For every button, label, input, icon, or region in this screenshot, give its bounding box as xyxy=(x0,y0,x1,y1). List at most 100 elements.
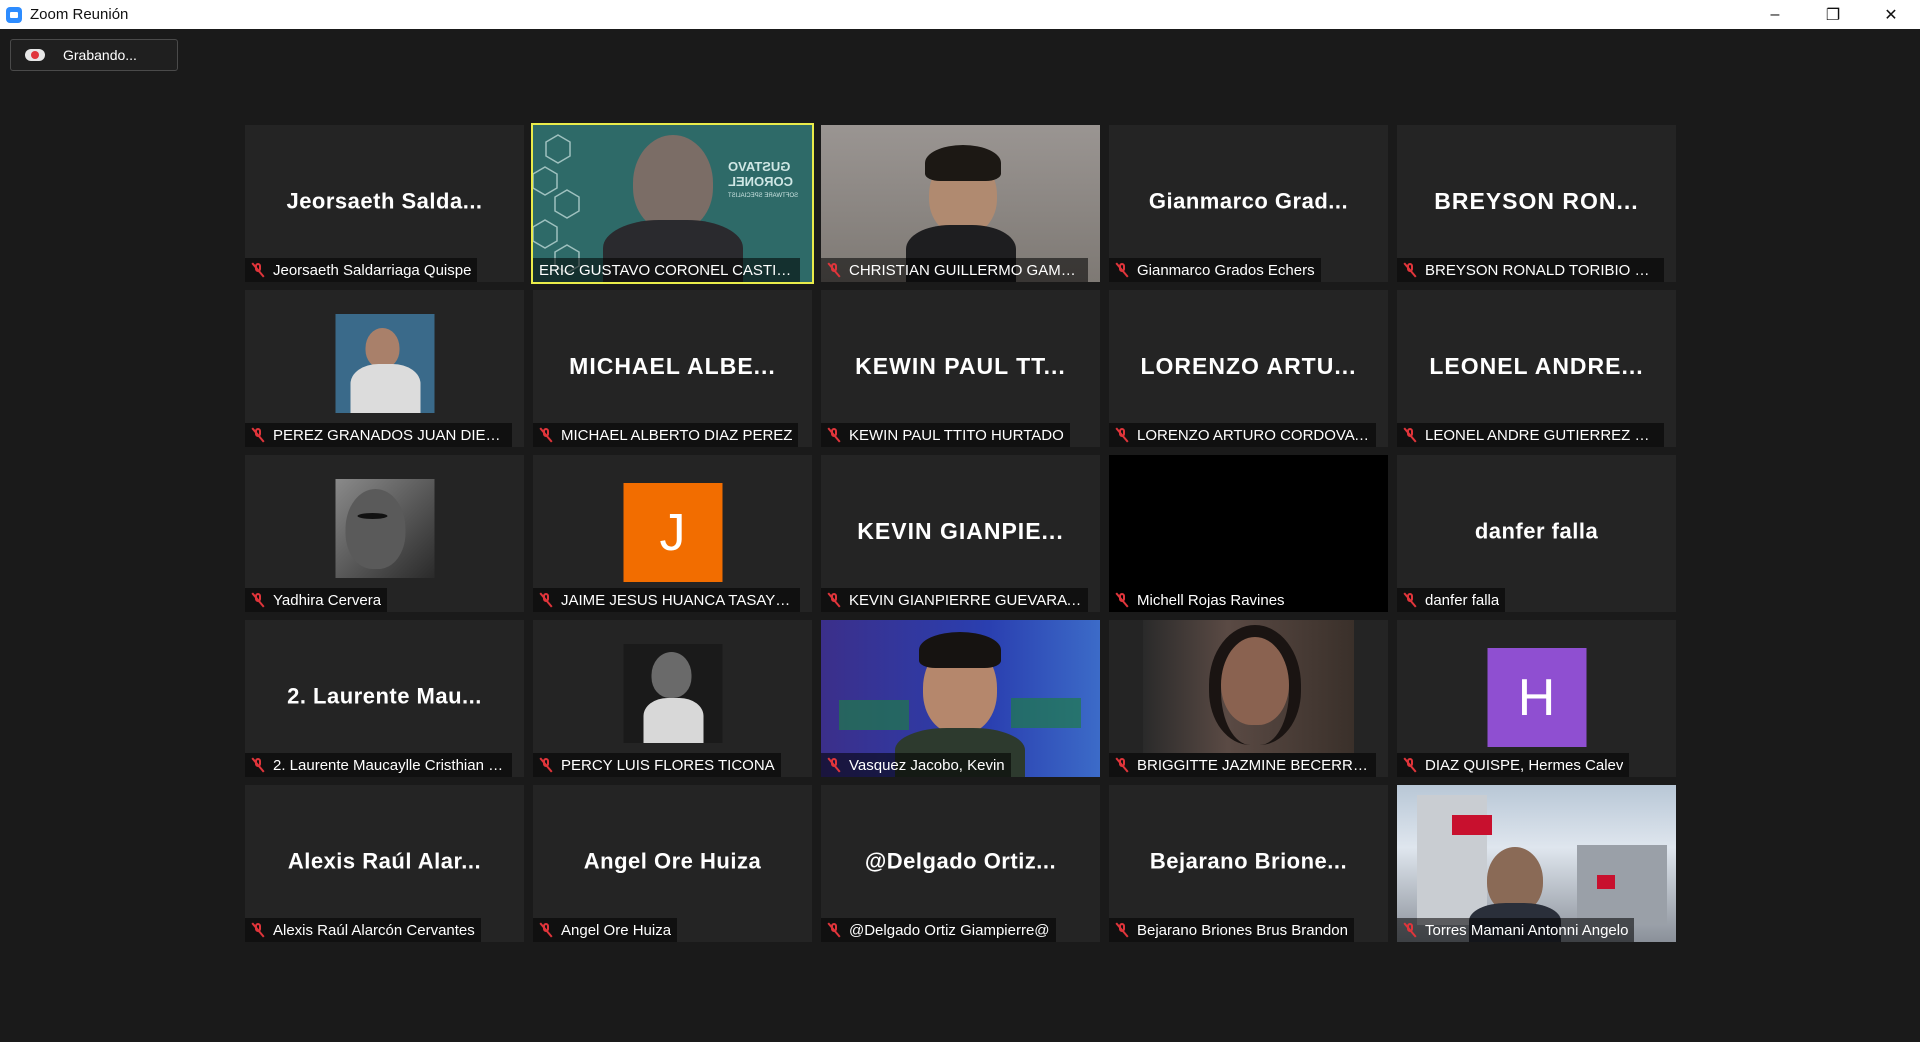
participant-tile[interactable]: Jeorsaeth Salda... Jeorsaeth Saldarriaga… xyxy=(245,125,524,282)
muted-mic-icon xyxy=(827,592,841,608)
participant-name-bar: Torres Mamani Antonni Angelo xyxy=(1397,918,1635,942)
participant-tile[interactable]: J JAIME JESUS HUANCA TASAYCO xyxy=(533,455,812,612)
participant-tile[interactable]: Bejarano Brione... Bejarano Briones Brus… xyxy=(1109,785,1388,942)
participant-name-bar: 2. Laurente Maucaylle Cristhian Fa... xyxy=(245,753,512,777)
participant-name: Bejarano Briones Brus Brandon xyxy=(1137,921,1348,939)
participant-tile[interactable]: LORENZO ARTU... LORENZO ARTURO CORDOVA P… xyxy=(1109,290,1388,447)
participant-name: BREYSON RONALD TORIBIO SURI... xyxy=(1425,261,1658,279)
participant-name: Michell Rojas Ravines xyxy=(1137,591,1285,609)
muted-mic-icon xyxy=(539,757,553,773)
zoom-app-icon xyxy=(6,6,22,23)
participant-tile[interactable]: BREYSON RON... BREYSON RONALD TORIBIO SU… xyxy=(1397,125,1676,282)
participant-tile[interactable]: @Delgado Ortiz... @Delgado Ortiz Giampie… xyxy=(821,785,1100,942)
participant-tile[interactable]: Gianmarco Grad... Gianmarco Grados Echer… xyxy=(1109,125,1388,282)
participant-tile[interactable]: KEVIN GIANPIE... KEVIN GIANPIERRE GUEVAR… xyxy=(821,455,1100,612)
participant-display-name: Alexis Raúl Alar... xyxy=(287,847,482,873)
participant-display-name: BREYSON RON... xyxy=(1434,187,1639,214)
participant-name: Jeorsaeth Saldarriaga Quispe xyxy=(273,261,472,279)
participant-name: KEWIN PAUL TTITO HURTADO xyxy=(849,426,1064,444)
participant-display-name: LORENZO ARTU... xyxy=(1140,352,1357,379)
muted-mic-icon xyxy=(1115,262,1129,278)
participant-tile[interactable]: KEWIN PAUL TT... KEWIN PAUL TTITO HURTAD… xyxy=(821,290,1100,447)
participant-name-bar: ERIC GUSTAVO CORONEL CASTILLO xyxy=(533,258,800,282)
participant-tile[interactable]: MICHAEL ALBE... MICHAEL ALBERTO DIAZ PER… xyxy=(533,290,812,447)
minimize-button[interactable]: – xyxy=(1746,0,1804,29)
participant-name-bar: Bejarano Briones Brus Brandon xyxy=(1109,918,1354,942)
overlay-text: SOFTWARE SPECIALIST xyxy=(727,193,798,199)
participant-name: MICHAEL ALBERTO DIAZ PEREZ xyxy=(561,426,793,444)
window-controls: – ❐ ✕ xyxy=(1746,0,1920,29)
muted-mic-icon xyxy=(827,757,841,773)
participant-display-name: Bejarano Brione... xyxy=(1149,847,1348,873)
participant-name-bar: CHRISTIAN GUILLERMO GAMBOA... xyxy=(821,258,1088,282)
participant-name: CHRISTIAN GUILLERMO GAMBOA... xyxy=(849,261,1082,279)
participant-display-name: danfer falla xyxy=(1474,517,1599,543)
participant-name: ERIC GUSTAVO CORONEL CASTILLO xyxy=(539,261,794,279)
participant-name-bar: @Delgado Ortiz Giampierre@ xyxy=(821,918,1056,942)
overlay-text: GUSTAVO xyxy=(727,159,791,174)
muted-mic-icon xyxy=(1115,757,1129,773)
avatar: J xyxy=(623,483,722,582)
muted-mic-icon xyxy=(251,757,265,773)
recording-indicator[interactable]: Grabando... xyxy=(10,39,178,71)
title-bar: Zoom Reunión – ❐ ✕ xyxy=(0,0,1920,29)
muted-mic-icon xyxy=(1115,427,1129,443)
participant-tile[interactable]: Torres Mamani Antonni Angelo xyxy=(1397,785,1676,942)
participant-tile[interactable]: Angel Ore Huiza Angel Ore Huiza xyxy=(533,785,812,942)
muted-mic-icon xyxy=(539,427,553,443)
participant-name-bar: Jeorsaeth Saldarriaga Quispe xyxy=(245,258,478,282)
muted-mic-icon xyxy=(251,592,265,608)
participant-tile[interactable]: GUSTAVO CORONEL SOFTWARE SPECIALIST ERIC… xyxy=(531,123,814,284)
participant-tile[interactable]: 2. Laurente Mau... 2. Laurente Maucaylle… xyxy=(245,620,524,777)
close-button[interactable]: ✕ xyxy=(1862,0,1920,29)
muted-mic-icon xyxy=(539,592,553,608)
participant-name-bar: KEVIN GIANPIERRE GUEVARA LOV... xyxy=(821,588,1088,612)
participant-name: LEONEL ANDRE GUTIERREZ ORD... xyxy=(1425,426,1658,444)
profile-photo xyxy=(623,644,722,743)
participant-tile[interactable]: H DIAZ QUISPE, Hermes Calev xyxy=(1397,620,1676,777)
muted-mic-icon xyxy=(1403,427,1417,443)
participant-tile[interactable]: LEONEL ANDRE... LEONEL ANDRE GUTIERREZ O… xyxy=(1397,290,1676,447)
participant-tile[interactable]: CHRISTIAN GUILLERMO GAMBOA... xyxy=(821,125,1100,282)
participant-name-bar: Angel Ore Huiza xyxy=(533,918,678,942)
participant-name-bar: Alexis Raúl Alarcón Cervantes xyxy=(245,918,481,942)
cloud-record-icon xyxy=(23,47,47,63)
participant-name: Torres Mamani Antonni Angelo xyxy=(1425,921,1629,939)
participant-tile[interactable]: danfer falla danfer falla xyxy=(1397,455,1676,612)
participant-name: KEVIN GIANPIERRE GUEVARA LOV... xyxy=(849,591,1082,609)
participant-name: Yadhira Cervera xyxy=(273,591,382,609)
participant-tile[interactable]: Vasquez Jacobo, Kevin xyxy=(821,620,1100,777)
participant-tile[interactable]: PERCY LUIS FLORES TICONA xyxy=(533,620,812,777)
participant-name: @Delgado Ortiz Giampierre@ xyxy=(849,921,1050,939)
muted-mic-icon xyxy=(1403,262,1417,278)
participant-tile[interactable]: Michell Rojas Ravines xyxy=(1109,455,1388,612)
participant-name-bar: BREYSON RONALD TORIBIO SURI... xyxy=(1397,258,1664,282)
participant-name: LORENZO ARTURO CORDOVA PA... xyxy=(1137,426,1370,444)
participant-name: Vasquez Jacobo, Kevin xyxy=(849,756,1005,774)
muted-mic-icon xyxy=(827,922,841,938)
participant-display-name: Jeorsaeth Salda... xyxy=(286,187,483,213)
participant-display-name: LEONEL ANDRE... xyxy=(1429,352,1644,379)
muted-mic-icon xyxy=(1115,922,1129,938)
muted-mic-icon xyxy=(1403,592,1417,608)
participant-tile[interactable]: Yadhira Cervera xyxy=(245,455,524,612)
participant-display-name: Gianmarco Grad... xyxy=(1148,187,1349,213)
participant-name-bar: LEONEL ANDRE GUTIERREZ ORD... xyxy=(1397,423,1664,447)
participant-display-name: KEWIN PAUL TT... xyxy=(855,352,1066,379)
participant-tile[interactable]: Alexis Raúl Alar... Alexis Raúl Alarcón … xyxy=(245,785,524,942)
participant-tile[interactable]: BRIGGITTE JAZMINE BECERRA PL... xyxy=(1109,620,1388,777)
participant-name-bar: Gianmarco Grados Echers xyxy=(1109,258,1321,282)
participant-name: BRIGGITTE JAZMINE BECERRA PL... xyxy=(1137,756,1370,774)
muted-mic-icon xyxy=(539,922,553,938)
participant-tile[interactable]: PEREZ GRANADOS JUAN DIEGO E... xyxy=(245,290,524,447)
participant-name-bar: LORENZO ARTURO CORDOVA PA... xyxy=(1109,423,1376,447)
participant-display-name: Angel Ore Huiza xyxy=(583,847,762,873)
participant-name-bar: MICHAEL ALBERTO DIAZ PEREZ xyxy=(533,423,799,447)
muted-mic-icon xyxy=(827,427,841,443)
participant-display-name: MICHAEL ALBE... xyxy=(569,352,776,379)
participant-name: PEREZ GRANADOS JUAN DIEGO E... xyxy=(273,426,506,444)
participant-name-bar: KEWIN PAUL TTITO HURTADO xyxy=(821,423,1070,447)
participant-display-name: 2. Laurente Mau... xyxy=(287,682,482,708)
recording-label: Grabando... xyxy=(63,47,137,63)
restore-button[interactable]: ❐ xyxy=(1804,0,1862,29)
